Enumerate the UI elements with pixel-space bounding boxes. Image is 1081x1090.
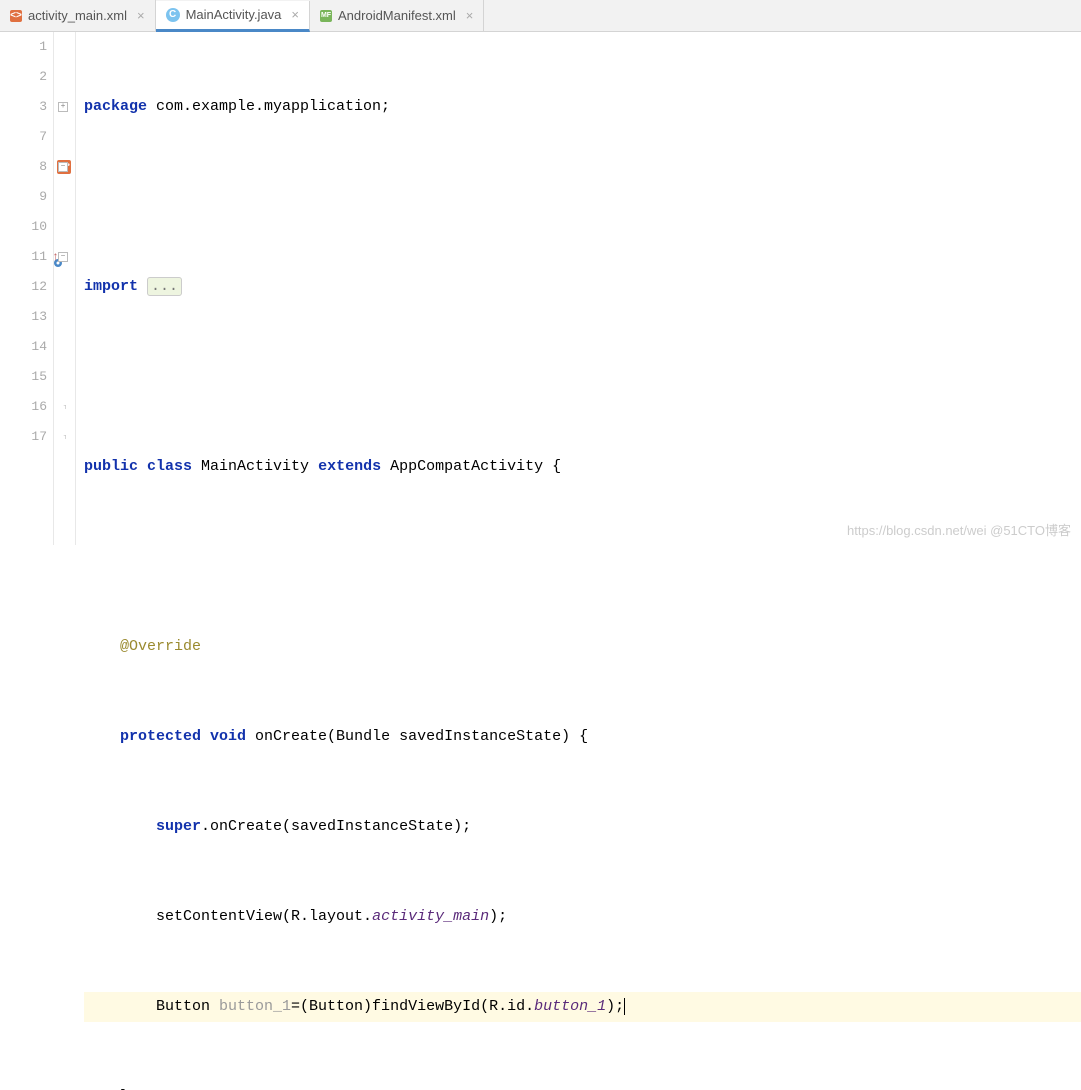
tab-main-activity[interactable]: C MainActivity.java × xyxy=(156,1,310,32)
folded-region[interactable]: ... xyxy=(147,277,182,296)
code-area[interactable]: package com.example.myapplication; impor… xyxy=(76,32,1081,545)
fold-gutter: + − − ⌐ ⌐ xyxy=(54,32,76,545)
xml-file-icon: <> xyxy=(10,10,22,22)
tab-activity-main[interactable]: <> activity_main.xml × xyxy=(0,0,156,31)
line-number-gutter: 1 2 3 7 8<> 9 10 11↑ 12 13 14 15 16 17 xyxy=(0,32,54,545)
code-line: package com.example.myapplication; xyxy=(84,92,1081,122)
close-icon[interactable]: × xyxy=(291,7,299,22)
close-icon[interactable]: × xyxy=(137,8,145,23)
java-file-icon: C xyxy=(166,8,180,22)
code-line xyxy=(84,542,1081,572)
tab-label: activity_main.xml xyxy=(28,8,127,23)
code-line xyxy=(84,362,1081,392)
watermark-text: https://blog.csdn.net/wei @51CTO博客 xyxy=(847,520,1071,539)
code-line: super.onCreate(savedInstanceState); xyxy=(84,812,1081,842)
fold-toggle-icon[interactable]: − xyxy=(58,252,68,262)
code-line xyxy=(84,182,1081,212)
fold-end-icon[interactable]: ⌐ xyxy=(58,402,68,412)
code-editor[interactable]: 1 2 3 7 8<> 9 10 11↑ 12 13 14 15 16 17 +… xyxy=(0,32,1081,545)
code-line: public class MainActivity extends AppCom… xyxy=(84,452,1081,482)
close-icon[interactable]: × xyxy=(466,8,474,23)
code-line: protected void onCreate(Bundle savedInst… xyxy=(84,722,1081,752)
code-line: } xyxy=(84,1082,1081,1090)
code-line: import ... xyxy=(84,272,1081,302)
code-line-current: Button button_1=(Button)findViewById(R.i… xyxy=(84,992,1081,1022)
code-line: @Override xyxy=(84,632,1081,662)
tab-manifest[interactable]: MF AndroidManifest.xml × xyxy=(310,0,484,31)
tab-label: MainActivity.java xyxy=(186,7,282,22)
text-caret xyxy=(624,998,625,1015)
fold-toggle-icon[interactable]: + xyxy=(58,102,68,112)
tab-label: AndroidManifest.xml xyxy=(338,8,456,23)
editor-tabs: <> activity_main.xml × C MainActivity.ja… xyxy=(0,0,1081,32)
fold-toggle-icon[interactable]: − xyxy=(58,162,68,172)
manifest-file-icon: MF xyxy=(320,10,332,22)
fold-end-icon[interactable]: ⌐ xyxy=(58,432,68,442)
code-line: setContentView(R.layout.activity_main); xyxy=(84,902,1081,932)
